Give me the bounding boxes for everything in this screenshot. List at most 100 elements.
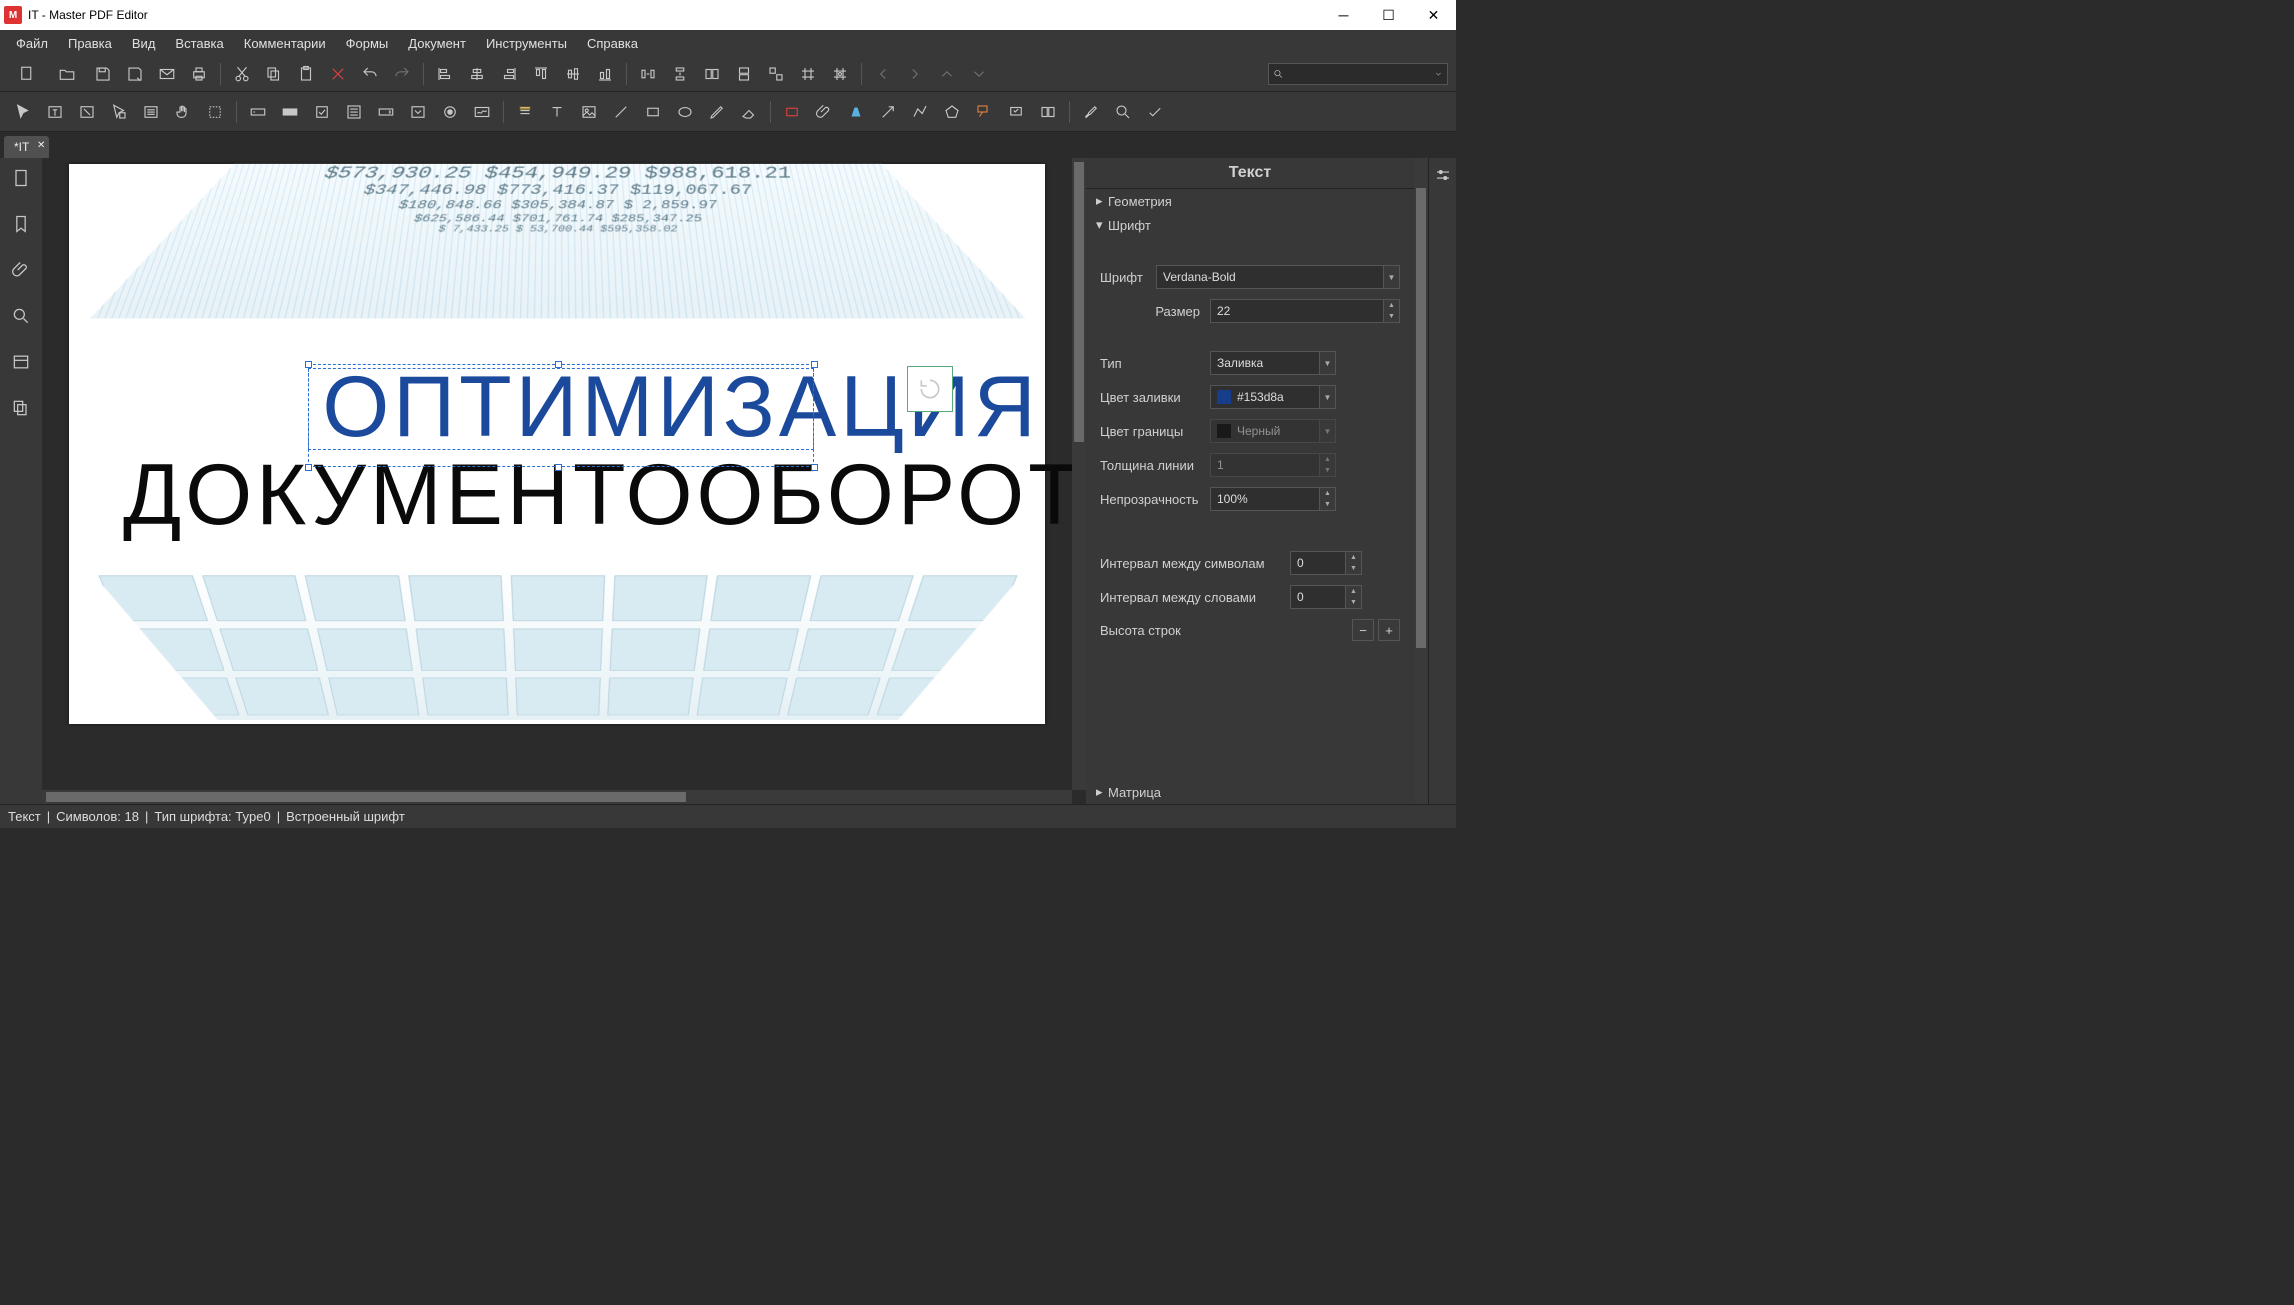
button-tool[interactable] — [275, 98, 305, 126]
align-bottom-button[interactable] — [590, 60, 620, 88]
search-box[interactable] — [1268, 63, 1448, 85]
type-dropdown-icon[interactable]: ▼ — [1320, 351, 1336, 375]
type-select[interactable]: Заливка — [1210, 351, 1320, 375]
tab-close-icon[interactable]: ✕ — [37, 140, 45, 151]
edit-text-tool[interactable] — [40, 98, 70, 126]
section-font[interactable]: ▾Шрифт — [1086, 213, 1414, 237]
align-right-button[interactable] — [494, 60, 524, 88]
selection-handle-s[interactable] — [555, 464, 562, 471]
fill-color-select[interactable]: #153d8a — [1210, 385, 1320, 409]
line-width-input[interactable]: 1 — [1210, 453, 1320, 477]
edit-forms-tool[interactable] — [104, 98, 134, 126]
pencil-tool[interactable] — [702, 98, 732, 126]
hand-tool[interactable] — [168, 98, 198, 126]
email-button[interactable] — [152, 60, 182, 88]
text-field-tool[interactable] — [243, 98, 273, 126]
font-select[interactable]: Verdana-Bold — [1156, 265, 1384, 289]
vertical-scrollbar[interactable] — [1072, 158, 1086, 790]
edit-object-tool[interactable] — [72, 98, 102, 126]
selection-handle-ne[interactable] — [811, 361, 818, 368]
save-as-button[interactable] — [120, 60, 150, 88]
minimize-button[interactable]: ─ — [1321, 0, 1366, 30]
thumbnails-panel-button[interactable] — [7, 348, 35, 376]
line-tool[interactable] — [606, 98, 636, 126]
marquee-tool[interactable] — [200, 98, 230, 126]
stamp-tool[interactable] — [1001, 98, 1031, 126]
text-tool[interactable] — [542, 98, 572, 126]
snap-button[interactable] — [825, 60, 855, 88]
fill-dropdown-icon[interactable]: ▼ — [1320, 385, 1336, 409]
canvas[interactable]: $573,930.25 $454,949.29 $988,618.21 $347… — [42, 158, 1086, 804]
arrow-tool[interactable] — [873, 98, 903, 126]
char-spacing-input[interactable]: 0 — [1290, 551, 1346, 575]
section-matrix[interactable]: ▸Матрица — [1086, 780, 1414, 804]
eraser-tool[interactable] — [734, 98, 764, 126]
open-button[interactable] — [48, 60, 86, 88]
bookmarks-panel-button[interactable] — [7, 210, 35, 238]
same-size-button[interactable] — [761, 60, 791, 88]
down-button[interactable] — [964, 60, 994, 88]
opacity-spinner[interactable]: ▲▼ — [1320, 487, 1336, 511]
polygon-tool[interactable] — [937, 98, 967, 126]
distribute-v-button[interactable] — [665, 60, 695, 88]
menu-tools[interactable]: Инструменты — [476, 33, 577, 54]
menu-forms[interactable]: Формы — [336, 33, 399, 54]
pages-panel-button[interactable] — [7, 164, 35, 192]
align-middle-button[interactable] — [558, 60, 588, 88]
undo-button[interactable] — [355, 60, 385, 88]
distribute-h-button[interactable] — [633, 60, 663, 88]
paste-button[interactable] — [291, 60, 321, 88]
same-width-button[interactable] — [697, 60, 727, 88]
selection-handle-n[interactable] — [555, 361, 562, 368]
selection-handle-nw[interactable] — [305, 361, 312, 368]
save-button[interactable] — [88, 60, 118, 88]
form-list-tool[interactable] — [136, 98, 166, 126]
line-height-plus[interactable]: + — [1378, 619, 1400, 641]
border-color-select[interactable]: Черный — [1210, 419, 1320, 443]
menu-edit[interactable]: Правка — [58, 33, 122, 54]
dropdown-tool[interactable] — [403, 98, 433, 126]
border-dropdown-icon[interactable]: ▼ — [1320, 419, 1336, 443]
close-button[interactable]: ✕ — [1411, 0, 1456, 30]
rotate-handle[interactable] — [907, 366, 953, 412]
rect-tool[interactable] — [638, 98, 668, 126]
font-dropdown-icon[interactable]: ▼ — [1384, 265, 1400, 289]
redo-button[interactable] — [387, 60, 417, 88]
same-height-button[interactable] — [729, 60, 759, 88]
grid-button[interactable] — [793, 60, 823, 88]
print-button[interactable] — [184, 60, 214, 88]
selection-handle-sw[interactable] — [305, 464, 312, 471]
word-spacing-spinner[interactable]: ▲▼ — [1346, 585, 1362, 609]
menu-view[interactable]: Вид — [122, 33, 166, 54]
delete-button[interactable] — [323, 60, 353, 88]
new-button[interactable] — [8, 60, 46, 88]
checkbox-tool[interactable] — [307, 98, 337, 126]
word-spacing-input[interactable]: 0 — [1290, 585, 1346, 609]
align-center-h-button[interactable] — [462, 60, 492, 88]
search-input[interactable] — [1284, 67, 1435, 81]
attachment-tool[interactable] — [809, 98, 839, 126]
align-left-button[interactable] — [430, 60, 460, 88]
scrollbar-thumb[interactable] — [46, 792, 686, 802]
combobox-tool[interactable] — [371, 98, 401, 126]
align-top-button[interactable] — [526, 60, 556, 88]
copy-button[interactable] — [259, 60, 289, 88]
scrollbar-thumb[interactable] — [1416, 188, 1426, 648]
marker-tool[interactable] — [841, 98, 871, 126]
up-button[interactable] — [932, 60, 962, 88]
highlight-tool[interactable] — [510, 98, 540, 126]
signature-tool[interactable] — [467, 98, 497, 126]
callout-tool[interactable] — [969, 98, 999, 126]
menu-file[interactable]: Файл — [6, 33, 58, 54]
select-tool[interactable] — [8, 98, 38, 126]
layers-panel-button[interactable] — [7, 394, 35, 422]
check-tool[interactable] — [1140, 98, 1170, 126]
note-tool[interactable] — [777, 98, 807, 126]
attachments-panel-button[interactable] — [7, 256, 35, 284]
page[interactable]: $573,930.25 $454,949.29 $988,618.21 $347… — [69, 164, 1045, 724]
menu-insert[interactable]: Вставка — [165, 33, 233, 54]
scrollbar-thumb[interactable] — [1074, 162, 1084, 442]
image-tool[interactable] — [574, 98, 604, 126]
menu-document[interactable]: Документ — [398, 33, 476, 54]
polyline-tool[interactable] — [905, 98, 935, 126]
